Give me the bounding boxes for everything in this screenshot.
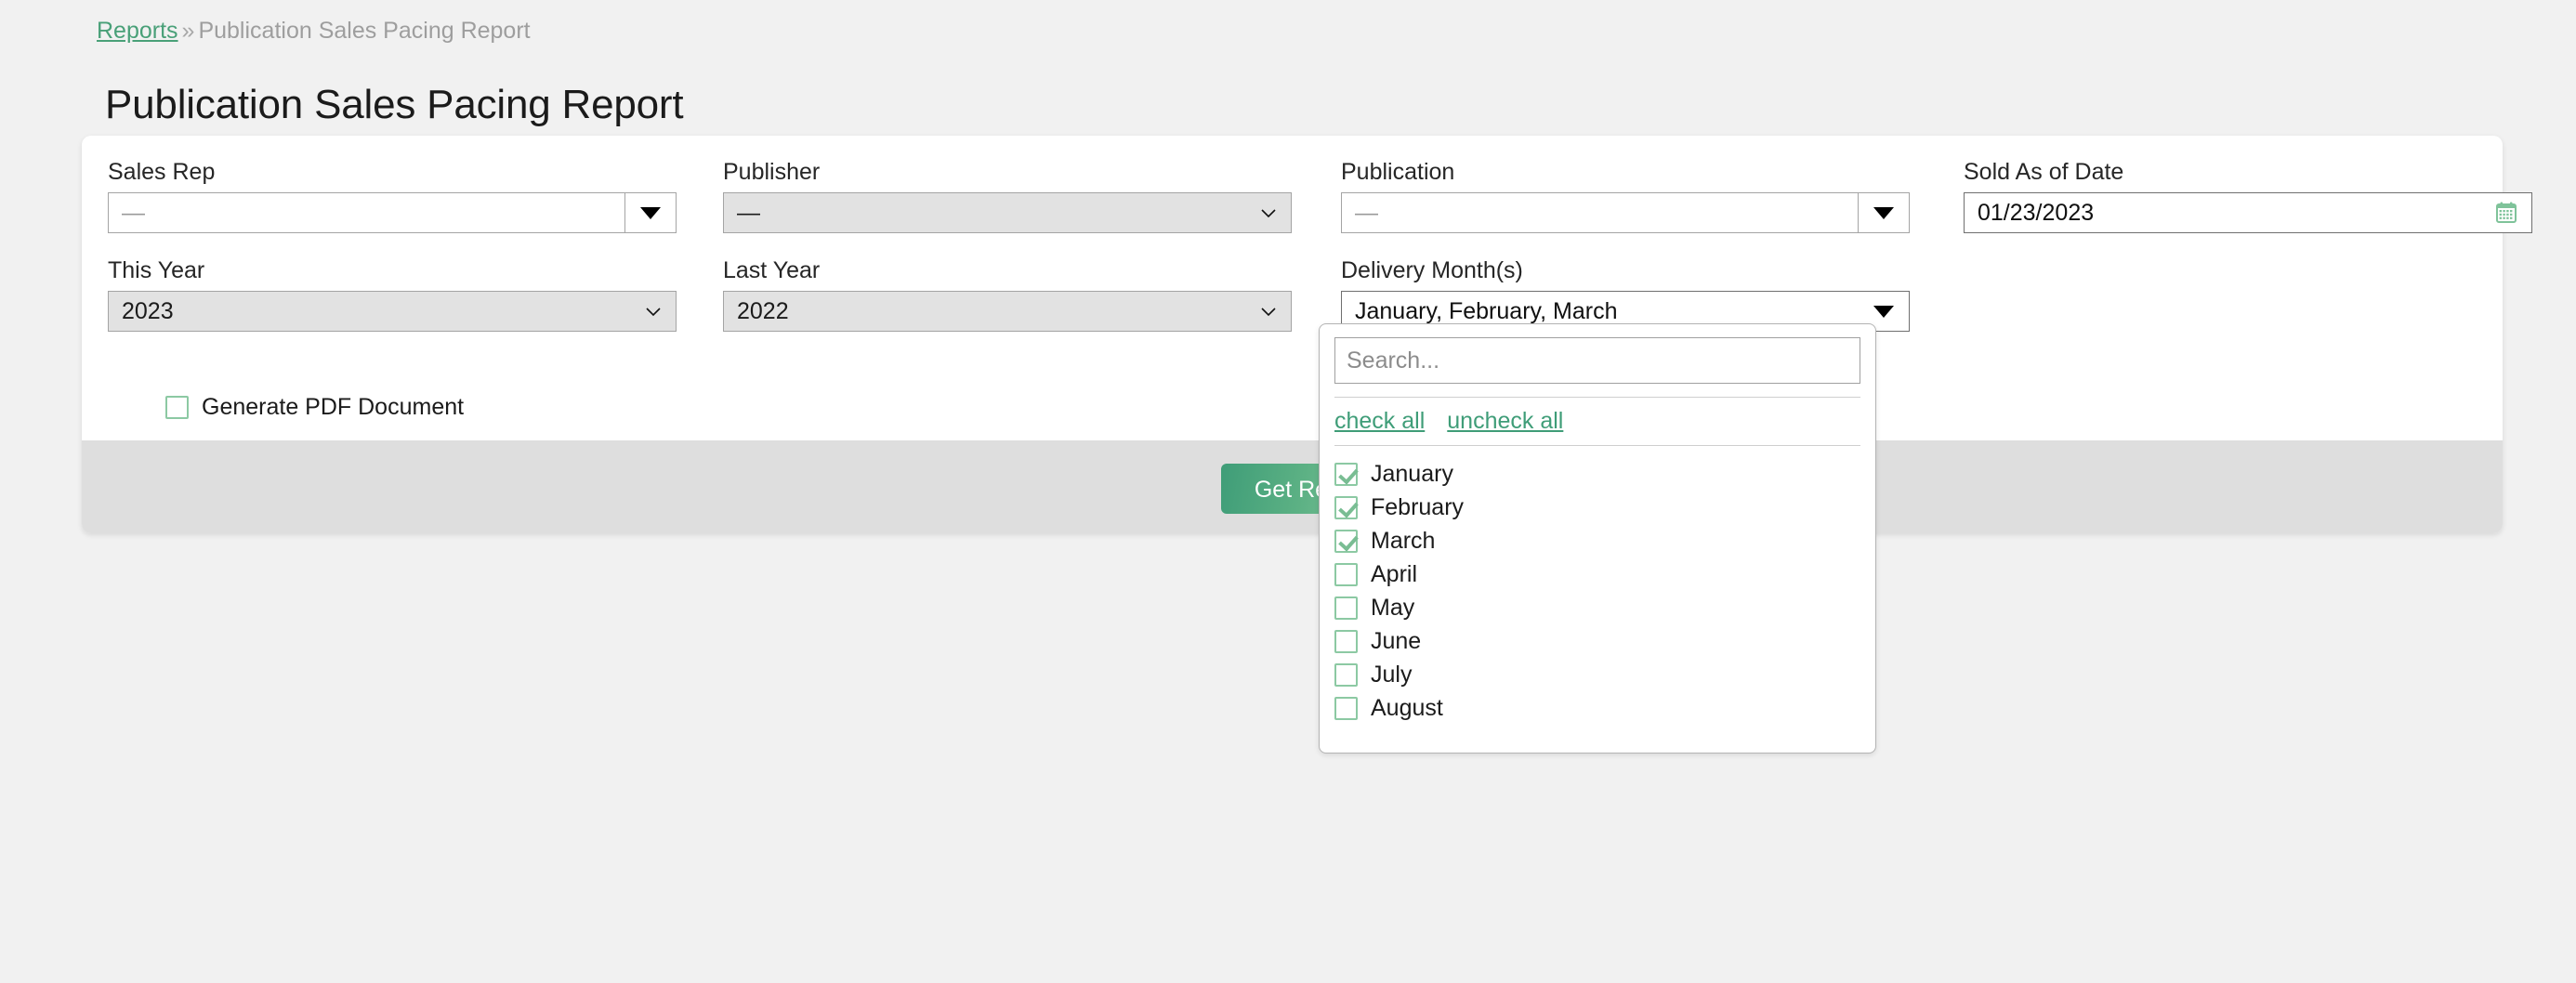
month-option-label: May <box>1371 594 1414 622</box>
month-checkbox[interactable] <box>1334 663 1358 687</box>
filters-card-body: Sales Rep — This Year 2023 <box>82 136 2503 440</box>
breadcrumb-link-reports[interactable]: Reports <box>97 18 178 44</box>
month-option-label: February <box>1371 493 1464 521</box>
month-checkbox[interactable] <box>1334 563 1358 586</box>
delivery-months-label: Delivery Month(s) <box>1341 256 1910 284</box>
filters-card-footer: Get Report <box>82 440 2503 533</box>
column-sales-rep: Sales Rep — This Year 2023 <box>108 158 677 332</box>
breadcrumb: Reports»Publication Sales Pacing Report <box>97 17 531 45</box>
delivery-months-dropdown-panel: Search... check all uncheck all January F… <box>1319 323 1876 754</box>
publication-dropdown-arrow-button[interactable] <box>1858 192 1910 233</box>
month-option-label: June <box>1371 627 1421 655</box>
month-option-label: January <box>1371 460 1453 488</box>
sales-rep-label: Sales Rep <box>108 158 677 186</box>
month-checkbox[interactable] <box>1334 697 1358 720</box>
month-option[interactable]: May <box>1334 591 1875 624</box>
publication-input[interactable]: — <box>1341 192 1858 233</box>
last-year-select[interactable]: 2022 <box>723 291 1292 332</box>
column-sold-as-of-date: Sold As of Date 01/23/2023 <box>1964 158 2532 233</box>
chevron-down-icon <box>644 302 663 321</box>
page-title: Publication Sales Pacing Report <box>105 81 683 129</box>
sold-as-of-date-field[interactable]: 01/23/2023 <box>1964 192 2532 233</box>
chevron-down-icon <box>1259 302 1278 321</box>
month-option[interactable]: March <box>1334 524 1875 557</box>
month-option-label: August <box>1371 694 1443 722</box>
months-bulk-actions: check all uncheck all <box>1320 398 1875 445</box>
month-option-label: April <box>1371 560 1417 588</box>
sales-rep-dropdown-arrow-button[interactable] <box>624 192 677 233</box>
calendar-icon[interactable] <box>2494 201 2518 225</box>
caret-down-icon <box>1873 207 1894 219</box>
generate-pdf-label[interactable]: Generate PDF Document <box>202 394 464 421</box>
publication-combo[interactable]: — <box>1341 192 1910 233</box>
caret-down-icon <box>1873 306 1894 318</box>
column-publisher: Publisher — Last Year 2022 <box>723 158 1292 332</box>
publisher-select[interactable]: — <box>723 192 1292 233</box>
last-year-label: Last Year <box>723 256 1292 284</box>
month-option-label: March <box>1371 527 1435 555</box>
months-search-placeholder: Search... <box>1347 347 1439 374</box>
months-option-list: January February March April May June July Augu… <box>1320 446 1875 725</box>
this-year-label: This Year <box>108 256 677 284</box>
chevron-down-icon <box>1259 203 1278 222</box>
delivery-months-group: Delivery Month(s) January, February, Mar… <box>1341 256 1910 332</box>
month-checkbox[interactable] <box>1334 596 1358 620</box>
sales-rep-input[interactable]: — <box>108 192 624 233</box>
publication-label: Publication <box>1341 158 1910 186</box>
filters-card: Sales Rep — This Year 2023 <box>82 136 2503 533</box>
column-publication: Publication — Delivery Month(s) January,… <box>1341 158 1910 332</box>
publisher-value: — <box>737 200 1252 227</box>
check-all-link[interactable]: check all <box>1334 408 1425 435</box>
breadcrumb-current: Publication Sales Pacing Report <box>198 18 530 44</box>
month-option[interactable]: January <box>1334 457 1875 491</box>
month-option[interactable]: February <box>1334 491 1875 524</box>
uncheck-all-link[interactable]: uncheck all <box>1447 408 1563 435</box>
caret-down-icon <box>640 207 661 219</box>
last-year-group: Last Year 2022 <box>723 256 1292 332</box>
report-page: Reports»Publication Sales Pacing Report … <box>0 0 2576 983</box>
generate-pdf-row[interactable]: Generate PDF Document <box>165 394 464 421</box>
month-option-label: July <box>1371 661 1412 688</box>
sold-as-of-date-value[interactable]: 01/23/2023 <box>1978 200 2494 227</box>
last-year-value: 2022 <box>737 298 1252 325</box>
month-option[interactable]: June <box>1334 624 1875 658</box>
month-option[interactable]: April <box>1334 557 1875 591</box>
months-search-box[interactable]: Search... <box>1334 337 1860 384</box>
publisher-label: Publisher <box>723 158 1292 186</box>
this-year-value: 2023 <box>122 298 637 325</box>
month-checkbox[interactable] <box>1334 530 1358 553</box>
this-year-select[interactable]: 2023 <box>108 291 677 332</box>
month-checkbox[interactable] <box>1334 463 1358 486</box>
sales-rep-combo[interactable]: — <box>108 192 677 233</box>
this-year-group: This Year 2023 <box>108 256 677 332</box>
breadcrumb-separator: » <box>178 18 199 44</box>
month-option[interactable]: August <box>1334 691 1875 725</box>
month-option[interactable]: July <box>1334 658 1875 691</box>
sold-as-of-date-label: Sold As of Date <box>1964 158 2532 186</box>
month-checkbox[interactable] <box>1334 496 1358 519</box>
month-checkbox[interactable] <box>1334 630 1358 653</box>
generate-pdf-checkbox[interactable] <box>165 396 189 419</box>
